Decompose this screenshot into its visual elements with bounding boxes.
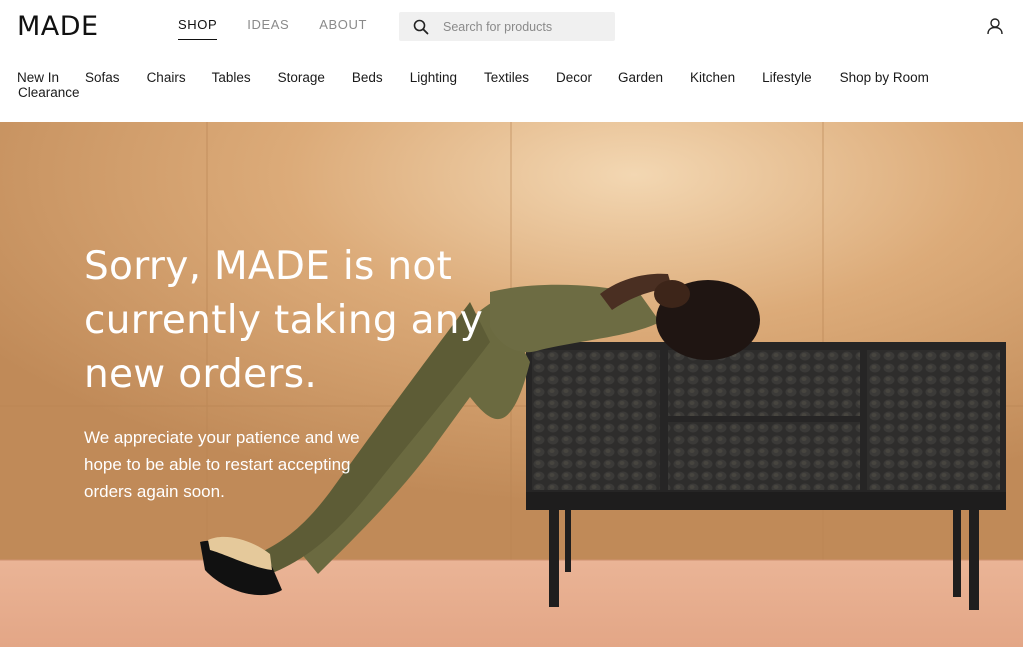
category-new-in[interactable]: New In	[17, 70, 59, 85]
user-icon[interactable]	[986, 17, 1004, 35]
hero-subtitle-line: orders again soon.	[84, 482, 225, 501]
category-tables[interactable]: Tables	[212, 70, 251, 85]
category-garden[interactable]: Garden	[618, 70, 663, 85]
search-icon[interactable]	[413, 19, 429, 35]
category-sofas[interactable]: Sofas	[85, 70, 120, 85]
category-clearance[interactable]: Clearance	[18, 85, 80, 100]
nav-shop[interactable]: SHOP	[178, 17, 218, 40]
category-shop-by-room[interactable]: Shop by Room	[840, 70, 929, 85]
nav-about[interactable]: ABOUT	[319, 17, 367, 40]
search-box[interactable]	[399, 12, 615, 41]
site-header: MADE SHOP IDEAS ABOUT	[0, 0, 1023, 54]
hero-title: Sorry, MADE is not currently taking any …	[84, 240, 524, 402]
category-textiles[interactable]: Textiles	[484, 70, 529, 85]
hero-subtitle-line: We appreciate your patience and we	[84, 428, 360, 447]
category-chairs[interactable]: Chairs	[147, 70, 186, 85]
category-lifestyle[interactable]: Lifestyle	[762, 70, 812, 85]
nav-ideas[interactable]: IDEAS	[247, 17, 289, 40]
hero-banner: Sorry, MADE is not currently taking any …	[0, 122, 1023, 647]
category-beds[interactable]: Beds	[352, 70, 383, 85]
category-row: New In Sofas Chairs Tables Storage Beds …	[17, 70, 1007, 85]
hero-title-line: new orders.	[84, 352, 318, 397]
hero-title-line: currently taking any	[84, 298, 484, 343]
category-nav: New In Sofas Chairs Tables Storage Beds …	[17, 70, 1007, 100]
category-row: Clearance	[17, 85, 1007, 100]
hero-text: Sorry, MADE is not currently taking any …	[84, 240, 524, 505]
category-storage[interactable]: Storage	[278, 70, 325, 85]
hero-subtitle-line: hope to be able to restart accepting	[84, 455, 351, 474]
search-input[interactable]	[443, 19, 603, 34]
hero-subtitle: We appreciate your patience and we hope …	[84, 424, 404, 505]
category-lighting[interactable]: Lighting	[410, 70, 457, 85]
main-nav: SHOP IDEAS ABOUT	[178, 17, 367, 40]
made-logo[interactable]: MADE	[17, 12, 99, 42]
category-kitchen[interactable]: Kitchen	[690, 70, 735, 85]
category-decor[interactable]: Decor	[556, 70, 592, 85]
hero-title-line: Sorry, MADE is not	[84, 244, 453, 289]
